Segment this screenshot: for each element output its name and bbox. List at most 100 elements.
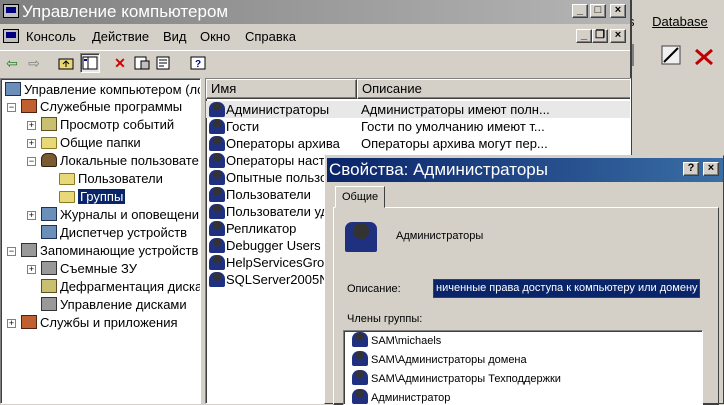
group-icon [345,222,377,252]
member-label: SAM\michaels [371,335,442,347]
dialog-title: Свойства: Администраторы [329,160,548,179]
group-icon [209,272,225,287]
tree-item-users[interactable]: Пользователи [59,170,163,188]
description-field[interactable]: ниченные права доступа к компьютеру или … [433,279,700,298]
group-name-cell: Операторы архива [226,136,340,151]
maximize-button[interactable]: □ [590,4,606,18]
group-name: Администраторы [396,230,484,242]
tree-item-defrag[interactable]: Дефрагментация диска [41,278,200,296]
collapse-icon[interactable]: − [7,103,16,112]
child-minimize-button[interactable]: _ [576,29,592,43]
menu-view[interactable]: Вид [163,29,187,44]
tree-item-local-users[interactable]: Локальные пользовате [41,152,199,170]
tree-root[interactable]: Управление компьютером (лс [5,81,200,99]
group-name-cell: Гости [226,119,260,134]
export-list-icon[interactable] [154,53,174,73]
group-description-cell: Гости по умолчанию имеют т... [361,119,545,134]
group-member-icon [352,370,368,385]
menu-console[interactable]: Консоль [26,29,76,44]
folder-open-icon [59,191,75,203]
app-icon [3,4,19,18]
group-icon [209,136,225,151]
storage-icon [21,243,37,257]
folder-icon [59,173,75,185]
member-item[interactable]: SAM\Администраторы домена [352,351,527,370]
group-icon [209,153,225,168]
up-folder-icon[interactable] [56,53,76,73]
back-arrow-icon[interactable]: ⇦ [2,53,22,73]
collapse-icon[interactable]: − [7,247,16,256]
close-button[interactable]: × [610,4,626,18]
tree-item-shared-folders[interactable]: Общие папки [41,134,141,152]
tree-item-storage[interactable]: Запоминающие устройств [21,242,198,260]
group-icon [209,119,225,134]
tab-general[interactable]: Общие [335,186,386,208]
column-header-description[interactable]: Описание [357,79,630,99]
group-row[interactable]: Гости Гости по умолчанию имеют т... [206,118,630,135]
device-manager-icon [41,225,57,239]
group-member-icon [352,351,368,366]
member-item[interactable]: Администратор [352,389,450,404]
group-icon [209,170,225,185]
tree-item-label: Службы и приложения [40,315,178,330]
group-name-cell: Администраторы [226,102,330,117]
tree-item-logs-alerts[interactable]: Журналы и оповещени [41,206,199,224]
tree-item-removable-storage[interactable]: Съемные ЗУ [41,260,137,278]
member-item[interactable]: SAM\Администраторы Техподдержки [352,370,561,389]
expand-icon[interactable]: + [27,211,36,220]
expand-icon[interactable]: + [27,265,36,274]
dialog-close-button[interactable]: × [703,162,719,176]
expand-icon[interactable]: + [27,139,36,148]
tree-item-label: Съемные ЗУ [60,261,138,276]
background-toolbar-icons [632,44,713,66]
child-restore-button[interactable]: ❐ [592,29,608,43]
collapse-icon[interactable]: − [27,157,36,166]
member-item[interactable]: SAM\michaels [352,332,441,351]
computer-icon [5,82,21,96]
svg-text:?: ? [195,59,201,70]
group-description-cell: Администраторы имеют полн... [361,102,550,117]
title-bar: Управление компьютером _ □ × [0,0,630,24]
bg-menu-database[interactable]: Database [652,14,708,29]
shared-folder-icon [41,137,57,149]
properties-icon[interactable] [132,53,152,73]
help-icon[interactable]: ? [188,53,208,73]
group-name-cell: Пользователи уд [226,204,329,219]
expand-icon[interactable]: + [7,319,16,328]
child-close-button[interactable]: × [610,29,626,43]
console-menu-icon[interactable] [3,29,19,43]
user-icon [352,332,368,347]
tree-item-event-viewer[interactable]: Просмотр событий [41,116,174,134]
tree-item-label-selected: Группы [78,189,126,204]
background-menubar: s Database V [628,14,724,32]
menu-window[interactable]: Окно [200,29,230,44]
group-icon [209,187,225,202]
menu-help[interactable]: Справка [245,29,296,44]
console-tree: Управление компьютером (лс − Служебные п… [0,78,201,404]
group-name-cell: HelpServicesGrou [226,255,332,270]
minimize-button[interactable]: _ [572,4,588,18]
group-name-cell: Репликатор [226,221,297,236]
group-icon [209,255,225,270]
tree-item-device-manager[interactable]: Диспетчер устройств [41,224,187,242]
tree-item-system-tools[interactable]: Служебные программы [21,98,182,116]
members-label: Члены группы: [347,313,423,325]
tree-item-disk-management[interactable]: Управление дисками [41,296,187,314]
group-row[interactable]: Операторы архива Операторы архива могут п… [206,135,630,152]
expand-icon[interactable]: + [27,121,36,130]
forward-arrow-icon[interactable]: ⇨ [24,53,44,73]
show-tree-icon[interactable] [80,53,100,73]
menu-action[interactable]: Действие [92,29,149,44]
dialog-help-button[interactable]: ? [683,162,699,176]
disk-management-icon [41,297,57,311]
window-title: Управление компьютером [22,2,229,21]
tree-item-label: Общие папки [60,135,141,150]
group-icon [209,221,225,236]
group-row[interactable]: Администраторы Администраторы имеют полн.… [206,101,630,118]
tree-item-groups[interactable]: Группы [59,188,126,206]
tree-item-services-apps[interactable]: Службы и приложения [21,314,178,332]
delete-icon[interactable]: ✕ [110,53,130,73]
tree-item-label: Управление дисками [60,297,187,312]
removable-storage-icon [41,261,57,275]
column-header-name[interactable]: Имя [206,79,357,99]
